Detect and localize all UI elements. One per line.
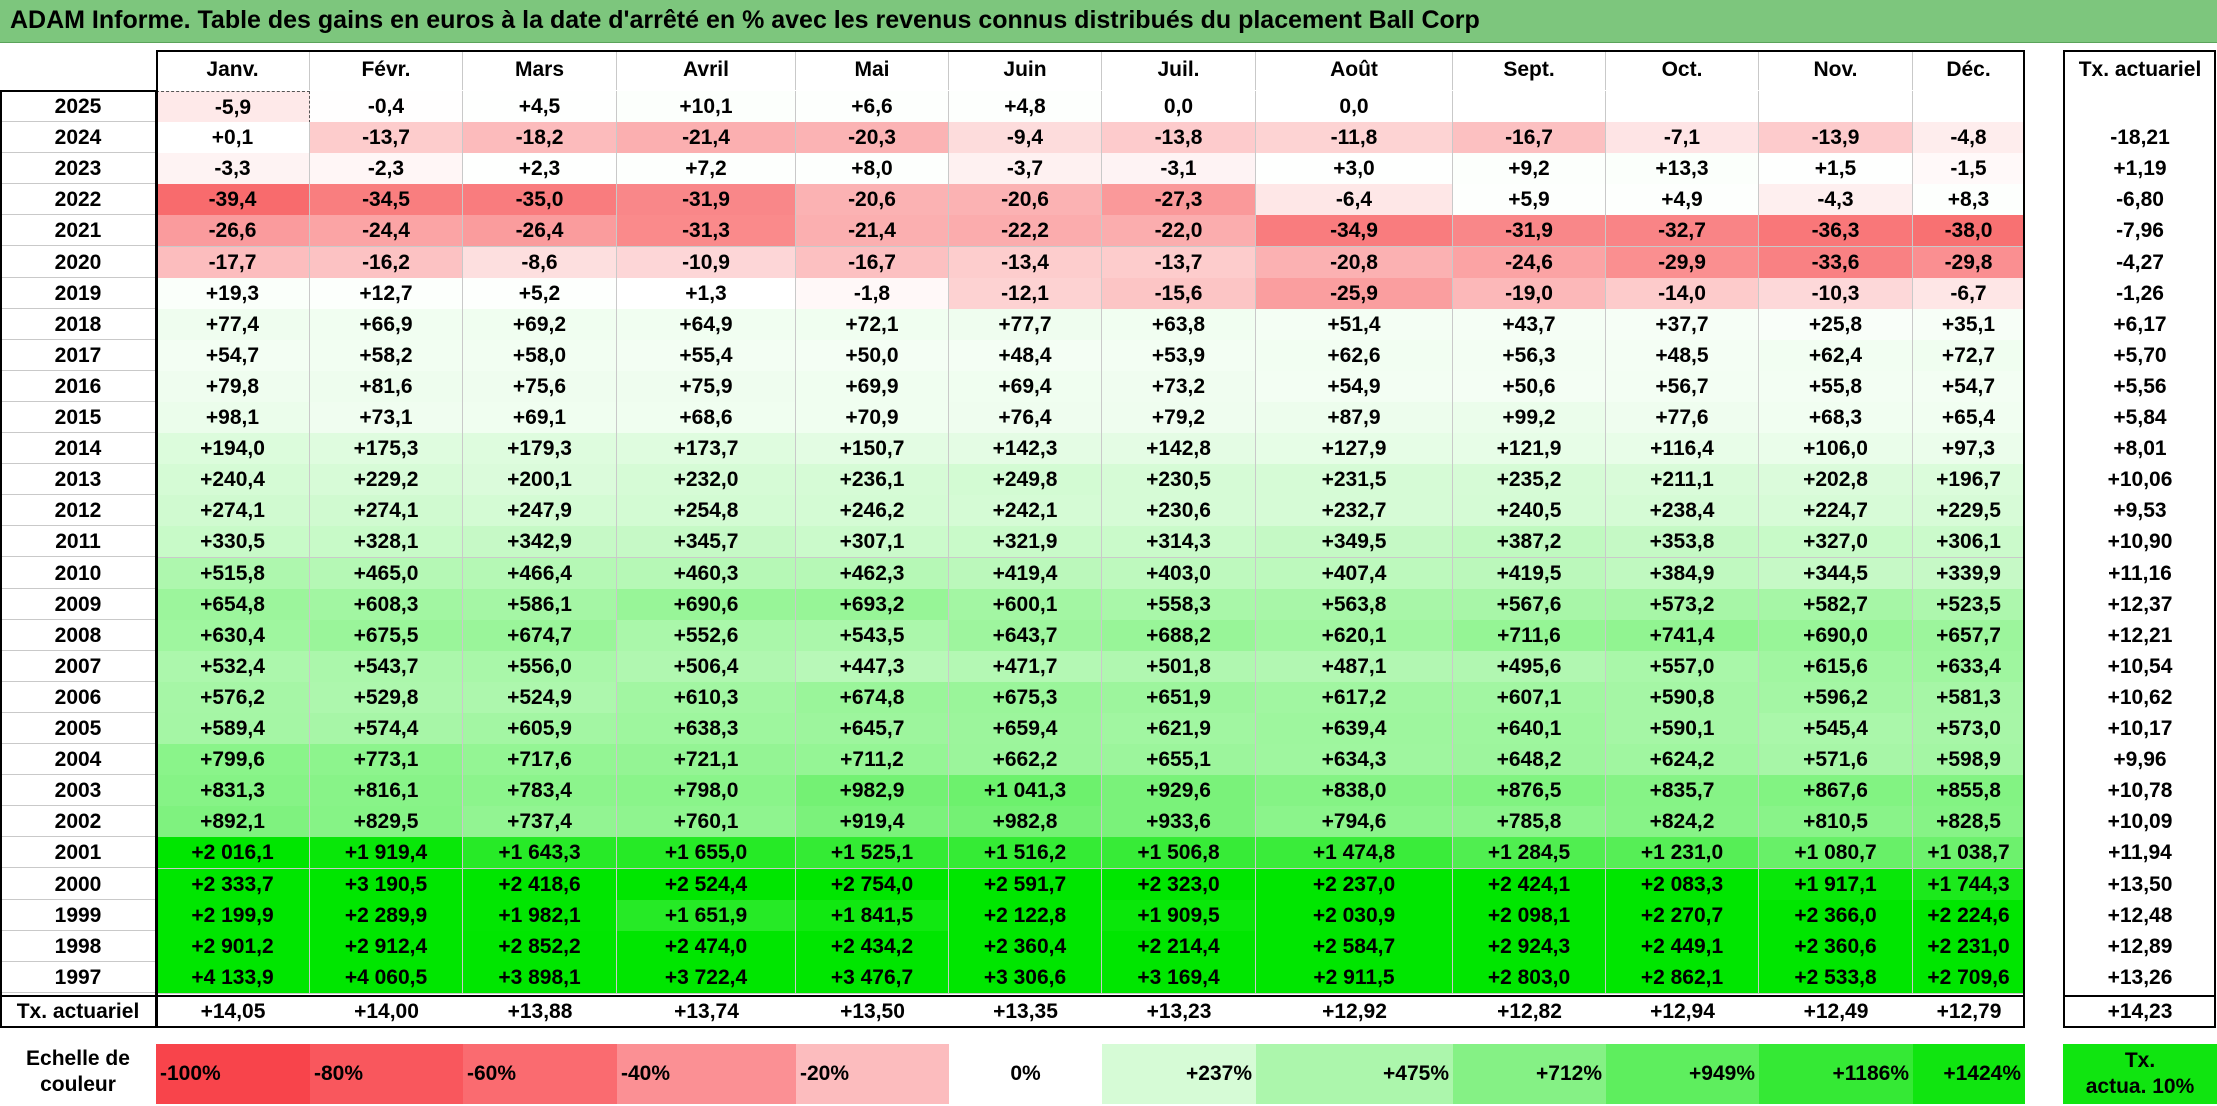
scale-swatch: -80% (310, 1044, 463, 1104)
table-frame (156, 50, 2025, 1028)
scale-swatch: +1424% (1913, 1044, 2025, 1104)
scale-swatch: 0% (949, 1044, 1102, 1104)
scale-label-line1: Echelle de (26, 1047, 130, 1070)
title-bar: ADAM Informe. Table des gains en euros à… (0, 0, 2217, 43)
rate-frame (2063, 50, 2216, 1028)
scale-swatch: +237% (1102, 1044, 1256, 1104)
scale-swatch: +1186% (1759, 1044, 1913, 1104)
scale-rate-line1: Tx. (2124, 1049, 2156, 1072)
scale-label-line2: couleur (40, 1073, 116, 1096)
scale-swatch: -40% (617, 1044, 796, 1104)
scale-swatch: -100% (156, 1044, 310, 1104)
year-frame (0, 90, 157, 1028)
scale-swatch: +949% (1606, 1044, 1759, 1104)
scale-rate-line2: actua. 10% (2085, 1075, 2195, 1098)
scale-rate-swatch: Tx. actua. 10% (2063, 1044, 2217, 1104)
scale-swatch: -60% (463, 1044, 617, 1104)
page-title: ADAM Informe. Table des gains en euros à… (10, 6, 1480, 34)
scale-swatch: +475% (1256, 1044, 1453, 1104)
scale-label: Echelle de couleur (0, 1046, 156, 1098)
scale-swatch: -20% (796, 1044, 949, 1104)
scale-swatch: +712% (1453, 1044, 1606, 1104)
